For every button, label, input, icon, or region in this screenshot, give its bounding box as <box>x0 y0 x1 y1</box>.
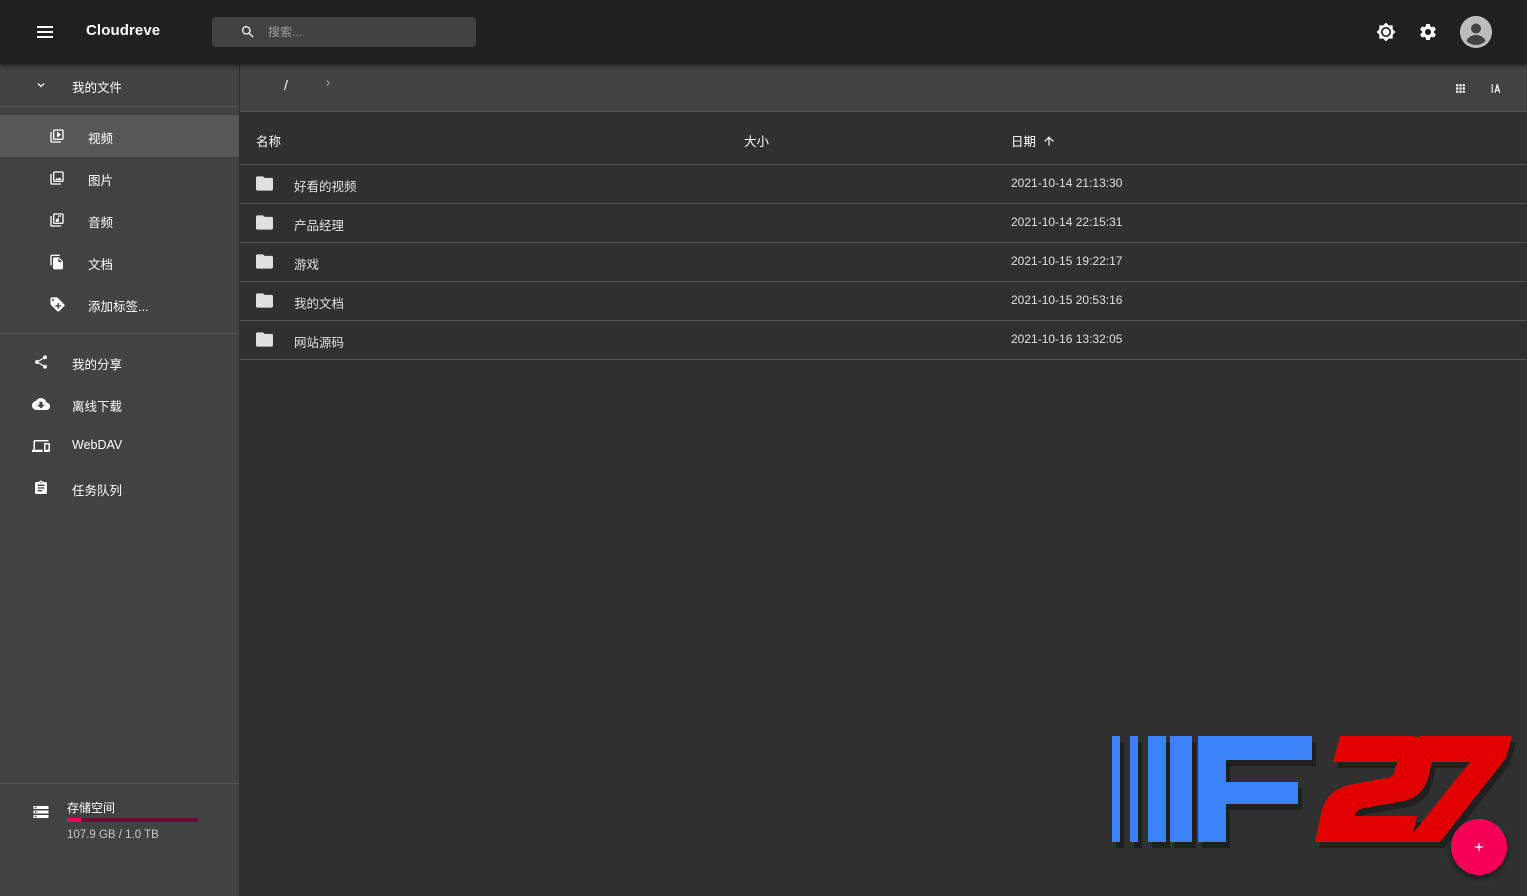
sidebar-item-image[interactable]: 图片 <box>0 157 239 199</box>
app-bar: Cloudreve <box>0 0 1527 64</box>
storage-progress-fill <box>67 818 81 822</box>
file-name: 网站源码 <box>294 336 345 350</box>
grid-view-icon <box>1455 83 1465 93</box>
tag-add-icon <box>48 295 66 313</box>
sidebar-item-label: 图片 <box>88 174 114 188</box>
file-date: 2021-10-15 19:22:17 <box>1011 254 1123 268</box>
sidebar: 我的文件 视频 图片 音频 文档 添加标签... 我的分享 离线下载 WebDA… <box>0 64 240 896</box>
sidebar-item-webdav[interactable]: WebDAV <box>0 425 239 467</box>
column-header-label: 名称 <box>256 135 282 149</box>
sidebar-item-task-queue[interactable]: 任务队列 <box>0 467 239 509</box>
storage-usage: 107.9 GB / 1.0 TB <box>67 829 159 841</box>
share-icon <box>32 353 50 371</box>
sidebar-item-my-files[interactable]: 我的文件 <box>0 64 239 106</box>
music-library-icon <box>48 211 66 229</box>
table-row[interactable]: 网站源码 2021-10-16 13:32:05 <box>240 321 1527 360</box>
sidebar-item-label: 音频 <box>88 216 114 230</box>
app-title: Cloudreve <box>86 22 161 39</box>
search-box[interactable] <box>212 17 476 47</box>
file-name: 游戏 <box>294 258 320 272</box>
file-name: 产品经理 <box>294 219 345 233</box>
settings-button[interactable] <box>1414 18 1442 46</box>
column-header-size[interactable]: 大小 <box>744 131 769 150</box>
sidebar-item-label: 我的文件 <box>72 81 123 95</box>
folder-icon <box>256 332 273 347</box>
sidebar-item-label: WebDAV <box>72 438 123 452</box>
storage-title: 存储空间 <box>67 801 116 815</box>
column-header-date[interactable]: 日期 <box>1011 131 1056 150</box>
settings-icon <box>1420 23 1436 40</box>
sidebar-item-label: 任务队列 <box>72 484 123 498</box>
file-copy-icon <box>48 253 66 271</box>
photo-library-icon <box>48 169 66 187</box>
file-date: 2021-10-15 20:53:16 <box>1011 293 1123 307</box>
column-header-name[interactable]: 名称 <box>256 131 281 150</box>
add-button[interactable] <box>1451 819 1507 875</box>
divider <box>0 106 239 107</box>
sidebar-item-offline-download[interactable]: 离线下载 <box>0 383 239 425</box>
storage-panel: 存储空间 107.9 GB / 1.0 TB <box>0 784 239 896</box>
search-icon <box>240 24 256 40</box>
sidebar-item-label: 离线下载 <box>72 400 123 414</box>
sidebar-item-video[interactable]: 视频 <box>0 115 239 157</box>
devices-icon <box>32 437 50 455</box>
folder-icon <box>256 254 273 269</box>
add-icon <box>1474 842 1484 852</box>
file-date: 2021-10-14 21:13:30 <box>1011 176 1123 190</box>
chevron-right-icon[interactable] <box>322 77 334 89</box>
path-navigator: / <box>240 64 1527 112</box>
sidebar-item-label: 添加标签... <box>88 300 149 314</box>
sort-by-alpha-icon <box>1491 83 1500 93</box>
folder-icon <box>256 215 273 230</box>
video-library-icon <box>48 127 66 145</box>
file-date: 2021-10-16 13:32:05 <box>1011 332 1123 346</box>
menu-icon <box>37 26 53 38</box>
theme-toggle-button[interactable] <box>1372 18 1400 46</box>
file-name: 好看的视频 <box>294 180 357 194</box>
sidebar-item-add-tag[interactable]: 添加标签... <box>0 283 239 325</box>
table-row[interactable]: 产品经理 2021-10-14 22:15:31 <box>240 204 1527 243</box>
storage-icon <box>32 803 50 821</box>
folder-icon <box>256 176 273 191</box>
column-header-label: 大小 <box>744 135 770 149</box>
arrow-up-icon <box>1042 134 1056 148</box>
sidebar-item-document[interactable]: 文档 <box>0 241 239 283</box>
table-row[interactable]: 我的文档 2021-10-15 20:53:16 <box>240 282 1527 321</box>
file-name: 我的文档 <box>294 297 345 311</box>
sidebar-item-label: 文档 <box>88 258 114 272</box>
cloud-download-icon <box>32 395 50 413</box>
breadcrumb-root[interactable]: / <box>284 77 288 93</box>
sidebar-item-my-share[interactable]: 我的分享 <box>0 341 239 383</box>
grid-view-button[interactable] <box>1448 76 1472 100</box>
folder-icon <box>256 293 273 308</box>
sidebar-item-audio[interactable]: 音频 <box>0 199 239 241</box>
storage-progress-bar <box>67 818 198 822</box>
table-row[interactable]: 好看的视频 2021-10-14 21:13:30 <box>240 165 1527 204</box>
table-header: 名称 大小 日期 <box>240 112 1527 165</box>
sidebar-item-label: 我的分享 <box>72 358 123 372</box>
column-header-label: 日期 <box>1011 135 1037 149</box>
file-date: 2021-10-14 22:15:31 <box>1011 215 1123 229</box>
chevron-down-icon <box>32 76 50 94</box>
divider <box>0 333 239 334</box>
search-input[interactable] <box>268 17 468 47</box>
menu-button[interactable] <box>27 14 63 50</box>
user-avatar[interactable] <box>1460 16 1492 48</box>
table-row[interactable]: 游戏 2021-10-15 19:22:17 <box>240 243 1527 282</box>
brightness-icon <box>1376 22 1396 42</box>
account-icon <box>1460 16 1492 48</box>
sidebar-item-label: 视频 <box>88 132 114 146</box>
assignment-icon <box>32 479 50 497</box>
sort-button[interactable] <box>1484 76 1508 100</box>
